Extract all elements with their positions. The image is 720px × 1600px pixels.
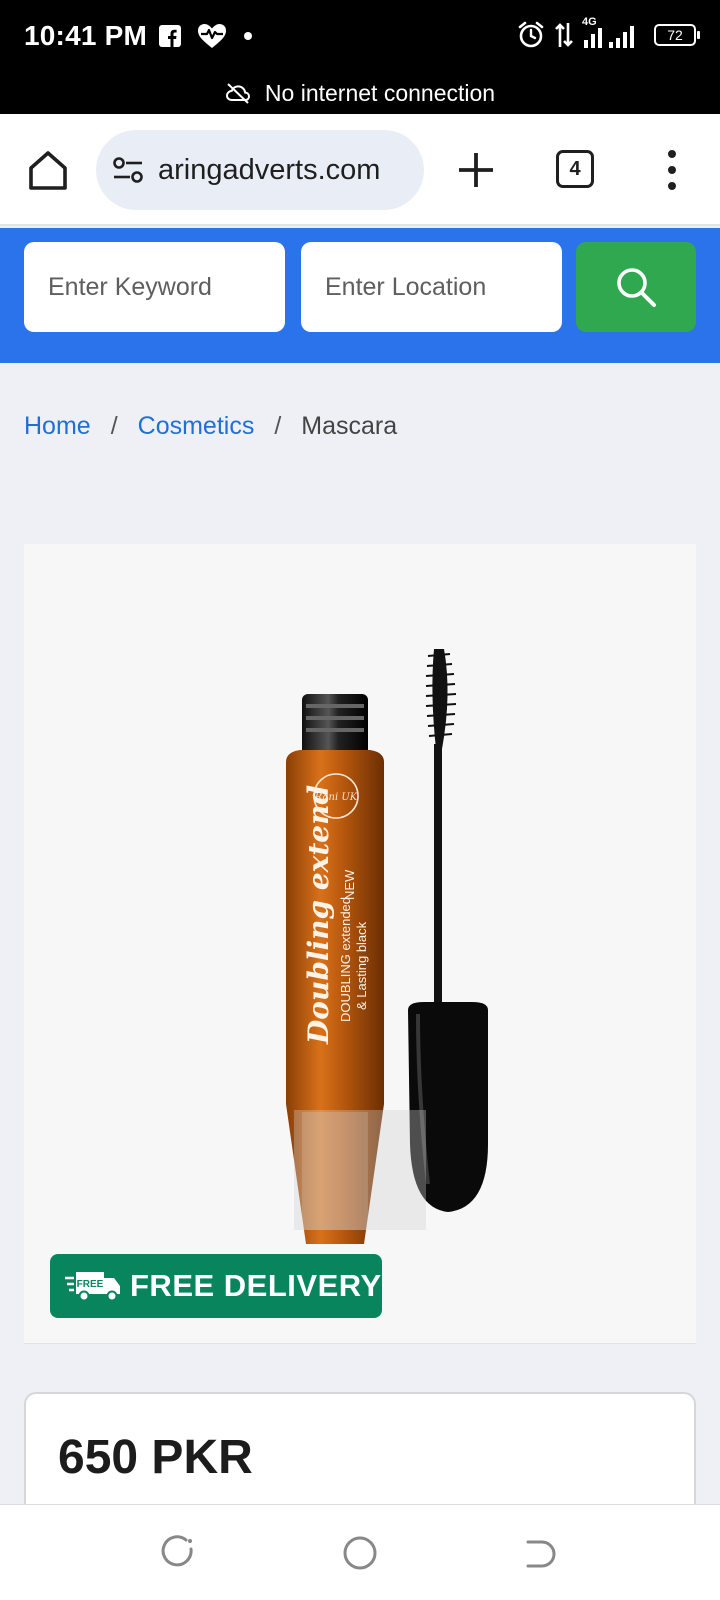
status-notification-icons bbox=[158, 22, 254, 50]
breadcrumb-separator: / bbox=[110, 412, 118, 440]
data-arrows-icon bbox=[555, 23, 573, 47]
cloud-off-icon bbox=[225, 83, 250, 104]
free-delivery-text: FREE DELIVERY bbox=[130, 1268, 382, 1303]
tube-line2-text: & Lasting black bbox=[354, 921, 369, 1010]
breadcrumb-current: Mascara bbox=[301, 412, 398, 440]
tab-count: 4 bbox=[569, 157, 581, 180]
recents-icon[interactable] bbox=[160, 1535, 196, 1571]
status-system-icons: 4G 72 bbox=[516, 16, 700, 50]
signal-icon: 4G bbox=[582, 16, 646, 50]
keyword-input[interactable] bbox=[24, 242, 285, 332]
breadcrumb-separator: / bbox=[274, 412, 282, 440]
offline-text: No internet connection bbox=[264, 79, 496, 106]
breadcrumb-home-link[interactable]: Home bbox=[24, 412, 91, 441]
delivery-truck-icon: FREE bbox=[65, 1272, 120, 1302]
breadcrumb: Home / Cosmetics / Mascara bbox=[24, 412, 397, 441]
url-text[interactable]: aringadverts.com bbox=[158, 154, 380, 187]
heart-monitor-icon bbox=[198, 24, 226, 48]
price-card: 650 PKR bbox=[24, 1392, 696, 1522]
alarm-icon bbox=[518, 21, 544, 48]
site-settings-icon[interactable] bbox=[112, 156, 144, 184]
back-icon[interactable] bbox=[522, 1535, 558, 1571]
free-delivery-badge: FREE FREE DELIVERY bbox=[50, 1254, 382, 1318]
more-vert-icon[interactable] bbox=[658, 150, 686, 190]
product-image[interactable]: Rani UK Doubling extend DOUBLING extende… bbox=[24, 544, 696, 1344]
tabs-icon[interactable]: 4 bbox=[556, 150, 594, 188]
browser-toolbar: aringadverts.com 4 bbox=[0, 114, 720, 226]
search-icon bbox=[617, 268, 656, 307]
battery-level: 72 bbox=[667, 27, 683, 43]
system-nav-bar bbox=[0, 1504, 720, 1600]
status-time: 10:41 PM bbox=[24, 20, 147, 51]
battery-icon: 72 bbox=[654, 24, 700, 46]
price-text: 650 PKR bbox=[58, 1431, 253, 1484]
tube-title-text: Doubling extend bbox=[302, 785, 335, 1045]
location-input[interactable] bbox=[301, 242, 562, 332]
offline-banner: No internet connection bbox=[0, 72, 720, 114]
home-icon[interactable] bbox=[26, 148, 70, 192]
breadcrumb-category-link[interactable]: Cosmetics bbox=[138, 412, 255, 441]
tube-line1-text: DOUBLING extended bbox=[338, 897, 353, 1022]
free-truck-text: FREE bbox=[77, 1279, 104, 1290]
search-section bbox=[0, 228, 720, 363]
tube-new-text: NEW bbox=[342, 869, 357, 900]
facebook-icon bbox=[159, 25, 181, 47]
search-button[interactable] bbox=[576, 242, 696, 332]
plus-icon[interactable] bbox=[456, 150, 496, 190]
home-circle-icon[interactable] bbox=[342, 1535, 378, 1571]
mascara-illustration: Rani UK Doubling extend DOUBLING extende… bbox=[286, 649, 488, 1244]
status-bar: 10:41 PM 4G 72 bbox=[0, 0, 720, 72]
dot-icon bbox=[244, 32, 252, 40]
url-bar[interactable]: aringadverts.com bbox=[96, 130, 424, 210]
